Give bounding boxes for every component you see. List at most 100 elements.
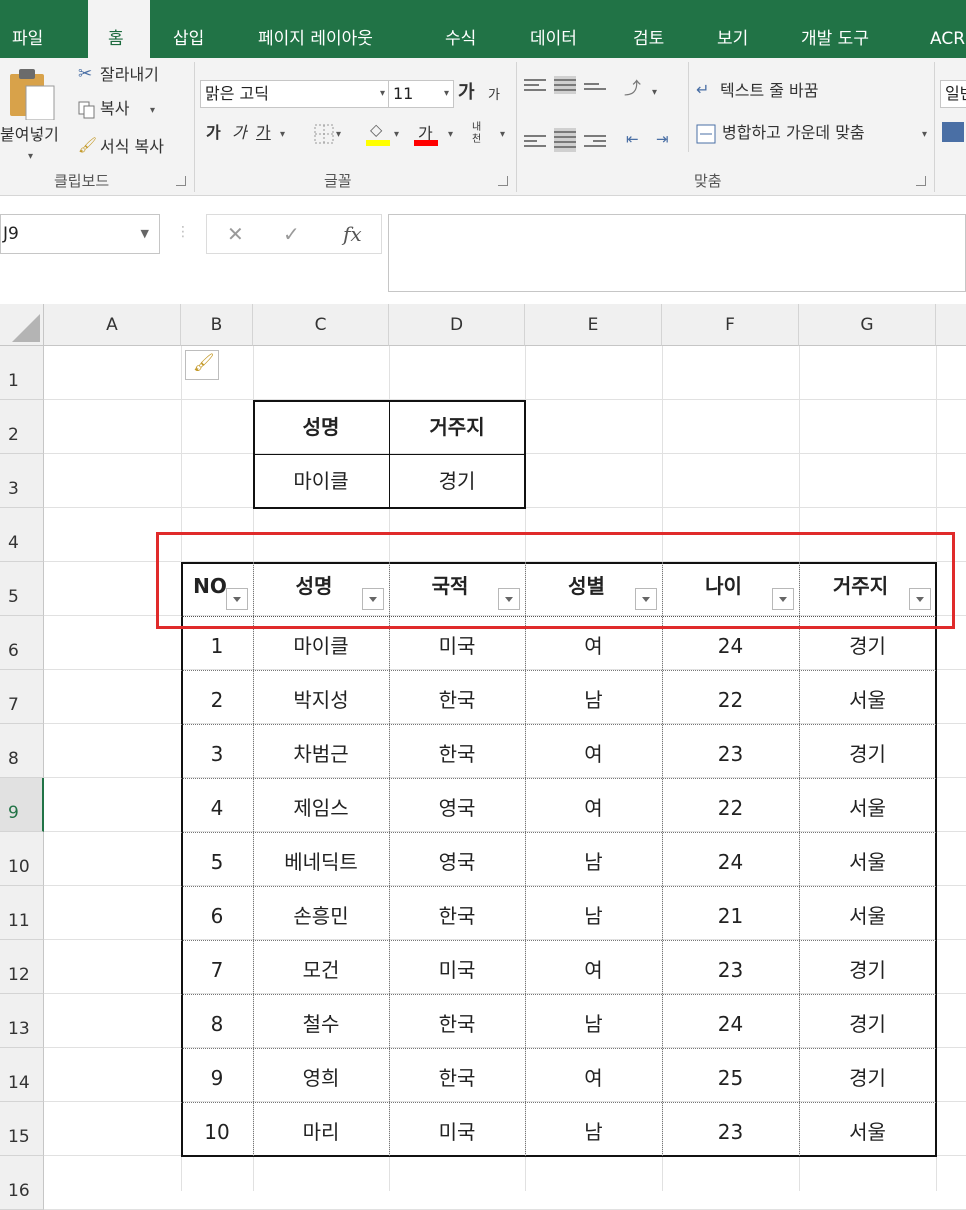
table-cell[interactable]: 마리	[253, 1102, 389, 1156]
table-cell[interactable]: 차범근	[253, 724, 389, 778]
table-cell[interactable]: 23	[662, 1102, 799, 1156]
table-cell[interactable]: 경기	[799, 1048, 936, 1102]
row-header-4[interactable]: 4	[0, 508, 44, 562]
increase-indent-icon[interactable]: ⇥	[656, 128, 669, 150]
row-header-10[interactable]: 10	[0, 832, 44, 886]
table-cell[interactable]: 24	[662, 994, 799, 1048]
table-cell[interactable]: 박지성	[253, 670, 389, 724]
table-cell[interactable]: 3	[181, 724, 253, 778]
border-icon[interactable]	[314, 124, 334, 144]
formula-input[interactable]	[388, 214, 966, 292]
worksheet-grid[interactable]: A B C D E F G 1 2 3 4 5 6 7 8 9 10 11 12 13 14 15 16 🖌 성명 거주지 마이클 경…	[0, 304, 966, 1210]
table-cell[interactable]: 남	[525, 670, 662, 724]
table-cell[interactable]: 손흥민	[253, 886, 389, 940]
table-cell[interactable]: 모건	[253, 940, 389, 994]
table-cell[interactable]: 제임스	[253, 778, 389, 832]
underline-dropdown-icon[interactable]: ▾	[280, 124, 285, 146]
table-cell[interactable]: 베네딕트	[253, 832, 389, 886]
table-cell[interactable]: 남	[525, 1102, 662, 1156]
tab-page-layout[interactable]: 페이지 레이아웃	[258, 0, 408, 58]
clipboard-launcher-icon[interactable]	[176, 176, 186, 186]
wrap-text-button[interactable]: ↵ 텍스트 줄 바꿈	[696, 80, 866, 106]
enter-icon[interactable]: ✓	[283, 215, 300, 253]
fill-color-button[interactable]: ◇	[366, 120, 392, 148]
row-header-12[interactable]: 12	[0, 940, 44, 994]
cut-button[interactable]: ✂ 잘라내기	[76, 64, 186, 90]
table-cell[interactable]: 5	[181, 832, 253, 886]
copy-button[interactable]: 복사 ▾	[76, 98, 176, 124]
tab-insert[interactable]: 삽입	[173, 0, 223, 58]
tab-formulas[interactable]: 수식	[445, 0, 495, 58]
table-cell[interactable]: 한국	[389, 1048, 525, 1102]
table-cell[interactable]: 23	[662, 724, 799, 778]
row-header-1[interactable]: 1	[0, 346, 44, 400]
table-cell[interactable]: 여	[525, 1048, 662, 1102]
table-cell[interactable]: 23	[662, 940, 799, 994]
table-cell[interactable]: 서울	[799, 1102, 936, 1156]
table-cell[interactable]: 경기	[799, 940, 936, 994]
font-name-combo[interactable]: 맑은 고딕 ▾	[200, 80, 390, 108]
paste-button[interactable]: 붙여넣기 ▾	[0, 62, 68, 162]
table-cell[interactable]: 영국	[389, 778, 525, 832]
tab-developer[interactable]: 개발 도구	[801, 0, 901, 58]
table-cell[interactable]: 8	[181, 994, 253, 1048]
row-header-8[interactable]: 8	[0, 724, 44, 778]
column-header-g[interactable]: G	[799, 304, 936, 346]
table-cell[interactable]: 남	[525, 886, 662, 940]
table-cell[interactable]: 4	[181, 778, 253, 832]
name-box[interactable]: J9 ▼	[0, 214, 160, 254]
table-cell[interactable]: 남	[525, 994, 662, 1048]
table-cell[interactable]: 한국	[389, 724, 525, 778]
table-cell[interactable]: 여	[525, 940, 662, 994]
shrink-font-button[interactable]: 가	[488, 85, 500, 107]
table-cell[interactable]: 7	[181, 940, 253, 994]
align-left-icon[interactable]	[524, 132, 546, 150]
number-format-combo[interactable]: 일반	[940, 80, 966, 108]
table-cell[interactable]: 9	[181, 1048, 253, 1102]
orientation-dropdown-icon[interactable]: ▾	[652, 82, 657, 104]
table-cell[interactable]: 6	[181, 886, 253, 940]
row-header-14[interactable]: 14	[0, 1048, 44, 1102]
select-all-button[interactable]	[0, 304, 44, 346]
cancel-icon[interactable]: ✕	[227, 215, 244, 253]
table-cell[interactable]: 25	[662, 1048, 799, 1102]
table-cell[interactable]: 남	[525, 832, 662, 886]
table-cell[interactable]: 서울	[799, 670, 936, 724]
column-header-b[interactable]: B	[181, 304, 253, 346]
table-cell[interactable]: 경기	[799, 724, 936, 778]
underline-button[interactable]: 가	[256, 122, 271, 144]
align-top-icon[interactable]	[524, 76, 546, 94]
row-header-5[interactable]: 5	[0, 562, 44, 616]
tab-review[interactable]: 검토	[633, 0, 683, 58]
align-middle-icon[interactable]	[554, 76, 576, 94]
table-cell[interactable]: 한국	[389, 886, 525, 940]
table-cell[interactable]: 경기	[799, 994, 936, 1048]
row-header-3[interactable]: 3	[0, 454, 44, 508]
column-header-h[interactable]	[936, 304, 966, 346]
font-size-combo[interactable]: 11 ▾	[388, 80, 454, 108]
row-header-13[interactable]: 13	[0, 994, 44, 1048]
tab-data[interactable]: 데이터	[530, 0, 600, 58]
phonetic-button[interactable]: 내천	[472, 122, 486, 146]
table-cell[interactable]: 10	[181, 1102, 253, 1156]
border-dropdown-icon[interactable]: ▾	[336, 124, 341, 146]
merge-center-button[interactable]: 병합하고 가운데 맞춤 ▾	[696, 122, 932, 148]
font-color-button[interactable]: 가	[414, 120, 440, 148]
table-cell[interactable]: 서울	[799, 886, 936, 940]
column-header-e[interactable]: E	[525, 304, 662, 346]
column-header-d[interactable]: D	[389, 304, 525, 346]
table-cell[interactable]: 2	[181, 670, 253, 724]
grow-font-button[interactable]: 가	[458, 82, 475, 104]
table-cell[interactable]: 철수	[253, 994, 389, 1048]
alignment-launcher-icon[interactable]	[916, 176, 926, 186]
column-header-a[interactable]: A	[44, 304, 181, 346]
table-cell[interactable]: 여	[525, 778, 662, 832]
row-header-2[interactable]: 2	[0, 400, 44, 454]
table-cell[interactable]: 21	[662, 886, 799, 940]
table-cell[interactable]: 미국	[389, 940, 525, 994]
table-cell[interactable]: 서울	[799, 778, 936, 832]
row-header-11[interactable]: 11	[0, 886, 44, 940]
accounting-format-icon[interactable]	[942, 122, 964, 142]
row-header-6[interactable]: 6	[0, 616, 44, 670]
row-header-16[interactable]: 16	[0, 1156, 44, 1210]
